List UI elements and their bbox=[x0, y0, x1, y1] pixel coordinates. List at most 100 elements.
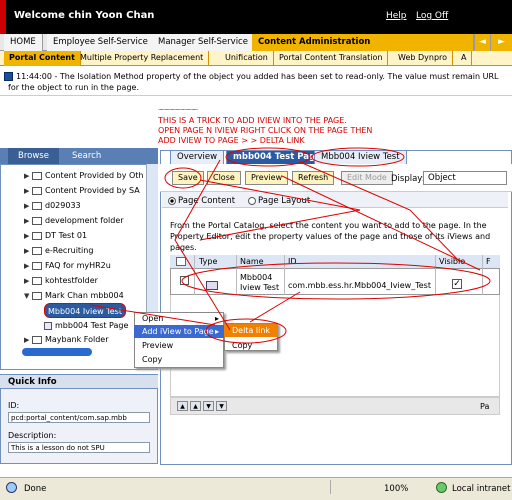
tree-horizontal-scrollbar[interactable] bbox=[22, 348, 92, 356]
tree-item[interactable]: ▶ Content Provided by SA bbox=[24, 183, 140, 198]
tab-home[interactable]: HOME bbox=[4, 34, 43, 51]
tree-item[interactable]: ▶ FAQ for myHR2u bbox=[24, 258, 111, 273]
tabs-scroll-right-icon[interactable]: ► bbox=[490, 34, 512, 51]
expand-icon[interactable]: ▶ bbox=[24, 229, 32, 244]
preview-button[interactable]: Preview bbox=[245, 171, 289, 185]
page-icon bbox=[44, 321, 52, 330]
tree-item[interactable]: ▶ DT Test 01 bbox=[24, 228, 87, 243]
logo-stripe bbox=[0, 0, 6, 34]
folder-icon bbox=[32, 231, 42, 240]
tree-item[interactable]: ▶ Content Provided by Oth bbox=[24, 168, 144, 183]
message-text: 11:44:00 - The Isolation Method property… bbox=[8, 72, 499, 92]
status-zone: Local intranet bbox=[452, 484, 511, 494]
collapse-icon[interactable]: ▼ bbox=[24, 289, 32, 304]
expand-icon[interactable]: ▶ bbox=[24, 244, 32, 259]
grid-select-all-icon[interactable] bbox=[176, 257, 186, 266]
folder-icon bbox=[32, 261, 42, 270]
grid-column-divider bbox=[236, 255, 237, 295]
display-label: Display: bbox=[391, 174, 425, 184]
previous-page-icon[interactable]: ▲ bbox=[190, 401, 201, 411]
grid-header-name[interactable]: Name bbox=[240, 255, 264, 269]
quick-info-description-field[interactable]: This is a lesson do not SPU bbox=[8, 442, 150, 453]
menu-item-add-iview-to-page[interactable]: Add iView to Page ▸ bbox=[134, 325, 224, 338]
tree-item[interactable]: mbb004 Test Page bbox=[44, 318, 128, 333]
expand-icon[interactable]: ▶ bbox=[24, 259, 32, 274]
submenu-item-copy[interactable]: Copy bbox=[224, 339, 278, 352]
display-select[interactable]: Object bbox=[423, 171, 507, 185]
status-zoom[interactable]: 100% bbox=[384, 484, 408, 494]
folder-icon bbox=[32, 246, 42, 255]
expand-icon[interactable]: ▶ bbox=[24, 199, 32, 214]
menu-item-copy[interactable]: Copy bbox=[134, 353, 224, 366]
tree-item[interactable]: ▶ e-Recruiting bbox=[24, 243, 93, 258]
tree-item-selected[interactable]: Mbb004 Iview Test bbox=[44, 303, 126, 318]
refresh-button[interactable]: Refresh bbox=[292, 171, 335, 185]
info-icon bbox=[4, 72, 13, 81]
annotation-line-3: ADD IVIEW TO PAGE > > DELTA LINK bbox=[158, 136, 305, 145]
quick-info-description-label: Description: bbox=[8, 431, 57, 440]
tabs-scroll-left-icon[interactable]: ◄ bbox=[474, 34, 490, 51]
status-done: Done bbox=[24, 484, 47, 494]
tree-item[interactable]: ▶ development folder bbox=[24, 213, 124, 228]
page-content-description: From the Portal Catalog, select the cont… bbox=[170, 221, 491, 252]
quick-info-id-label: ID: bbox=[8, 401, 20, 410]
tab-multiple-property-replacement[interactable]: Multiple Property Replacement bbox=[75, 51, 210, 66]
quick-info-id-field[interactable]: pcd:portal_content/com.sap.mbb bbox=[8, 412, 150, 423]
expand-icon[interactable]: ▶ bbox=[24, 184, 32, 199]
edit-mode-button[interactable]: Edit Mode bbox=[341, 171, 393, 185]
menu-item-open[interactable]: Open ▸ bbox=[134, 312, 224, 325]
expand-icon[interactable]: ▶ bbox=[24, 333, 32, 348]
menu-item-preview[interactable]: Preview bbox=[134, 339, 224, 352]
folder-icon bbox=[32, 335, 42, 344]
next-page-icon[interactable]: ▼ bbox=[203, 401, 214, 411]
folder-icon bbox=[32, 216, 42, 225]
tree-item[interactable]: ▶ Maybank Folder bbox=[24, 332, 109, 347]
tab-unification[interactable]: Unification bbox=[220, 51, 274, 66]
expand-icon[interactable]: ▶ bbox=[24, 169, 32, 184]
submenu-item-delta-link[interactable]: Delta link bbox=[224, 324, 278, 337]
tree-item[interactable]: ▶ d029033 bbox=[24, 198, 81, 213]
logoff-link[interactable]: Log Off bbox=[416, 11, 448, 21]
grid-header-visible[interactable]: Visible bbox=[439, 255, 465, 269]
grid-row-checkbox[interactable] bbox=[180, 276, 189, 287]
tab-manager-self-service[interactable]: Manager Self-Service bbox=[152, 34, 255, 51]
tab-mbb004-iview-test[interactable]: Mbb004 Iview Test bbox=[314, 150, 407, 164]
annotation-dots: ................................ bbox=[158, 104, 198, 112]
tab-browse[interactable]: Browse bbox=[8, 148, 59, 164]
last-page-icon[interactable]: ▼ bbox=[216, 401, 227, 411]
help-link[interactable]: Help bbox=[386, 11, 407, 21]
radio-icon bbox=[248, 196, 256, 205]
tab-employee-self-service[interactable]: Employee Self-Service bbox=[47, 34, 155, 51]
expand-icon[interactable]: ▶ bbox=[24, 274, 32, 289]
second-level-navigation: Portal Content Multiple Property Replace… bbox=[0, 51, 512, 66]
tree-item[interactable]: ▶ kohtestfolder bbox=[24, 273, 98, 288]
grid-header-f[interactable]: F bbox=[486, 255, 491, 269]
folder-icon bbox=[32, 201, 42, 210]
tab-search[interactable]: Search bbox=[62, 148, 111, 164]
pager-label: Pa bbox=[480, 402, 490, 411]
status-message: 11:44:00 - The Isolation Method property… bbox=[0, 66, 512, 96]
quick-info-title: Quick Info bbox=[0, 374, 158, 388]
annotation-line-2: OPEN PAGE N IVIEW RIGHT CLICK ON THE PAG… bbox=[158, 126, 373, 135]
page-content-radio[interactable]: Page Content bbox=[168, 196, 235, 206]
page-layout-radio[interactable]: Page Layout bbox=[248, 196, 310, 206]
tab-portal-content-translation[interactable]: Portal Content Translation bbox=[274, 51, 389, 66]
tab-portal-content[interactable]: Portal Content bbox=[4, 51, 81, 66]
save-button[interactable]: Save bbox=[172, 171, 204, 185]
tab-content-administration[interactable]: Content Administration bbox=[252, 34, 474, 51]
grid-column-divider bbox=[194, 255, 195, 295]
tab-mbb004-test-page[interactable]: mbb004 Test Page bbox=[226, 150, 328, 164]
globe-icon bbox=[436, 482, 447, 493]
expand-icon[interactable]: ▶ bbox=[24, 214, 32, 229]
grid-header-type[interactable]: Type bbox=[199, 255, 217, 269]
tab-web-dynpro[interactable]: Web Dynpro bbox=[393, 51, 454, 66]
first-page-icon[interactable]: ▲ bbox=[177, 401, 188, 411]
folder-icon bbox=[32, 276, 42, 285]
close-button[interactable]: Close bbox=[207, 171, 241, 185]
grid-cell-visible-checkbox[interactable]: ✓ bbox=[452, 279, 462, 289]
tree-item[interactable]: ▼ Mark Chan mbb004 bbox=[24, 288, 124, 303]
folder-icon bbox=[32, 186, 42, 195]
grid-header-id[interactable]: ID bbox=[288, 255, 297, 269]
tab-more[interactable]: A bbox=[456, 51, 473, 66]
tab-overview[interactable]: Overview bbox=[170, 150, 225, 164]
